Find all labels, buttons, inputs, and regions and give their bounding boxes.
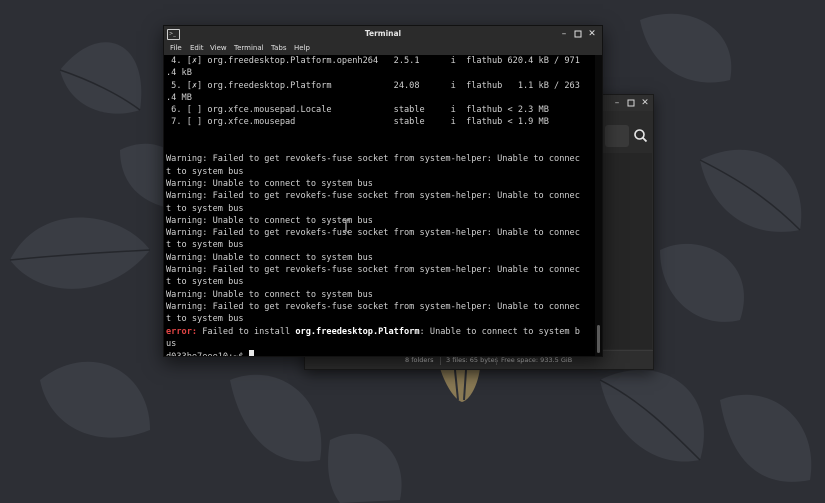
minimize-icon[interactable]: – [558, 28, 570, 40]
shell-prompt: d033be7eee10:~$ [166, 352, 249, 356]
line-text: .4 kB [166, 68, 192, 79]
ibeam-glyph [343, 219, 349, 233]
maximize-icon[interactable] [625, 97, 637, 109]
window-title: Terminal [364, 29, 402, 38]
terminal-line: 6. [ ] org.xfce.mousepad.Locale stable i… [166, 104, 594, 116]
minimize-icon[interactable]: – [611, 97, 623, 109]
line-text: 5. [✗] org.freedesktop.Platform 24.08 i … [166, 80, 580, 91]
terminal-line: Warning: Failed to get revokefs-fuse soc… [166, 227, 594, 239]
scrollbar-thumb[interactable] [597, 325, 600, 353]
line-text: : Unable to connect to system b [419, 326, 580, 337]
line-text: t to system bus [166, 203, 244, 214]
menu-view[interactable]: View [210, 42, 227, 55]
line-text: 4. [✗] org.freedesktop.Platform.openh264… [166, 56, 580, 66]
prompt-line[interactable]: d033be7eee10:~$ [166, 350, 594, 356]
menu-file[interactable]: File [170, 42, 182, 55]
terminal-line: t to system bus [166, 276, 594, 288]
terminal-menubar: File Edit View Terminal Tabs Help [164, 42, 602, 55]
terminal-line: .4 kB [166, 67, 594, 79]
file-manager-side-pane[interactable] [601, 153, 652, 349]
terminal-line: t to system bus [166, 239, 594, 251]
line-text: t to system bus [166, 166, 244, 177]
terminal-line: 7. [ ] org.xfce.mousepad stable i flathu… [166, 116, 594, 128]
menu-help[interactable]: Help [294, 42, 310, 55]
line-text: Warning: Failed to get revokefs-fuse soc… [166, 301, 580, 312]
menu-terminal[interactable]: Terminal [234, 42, 264, 55]
line-text: Failed to install [197, 326, 296, 337]
search-icon[interactable] [631, 125, 651, 147]
terminal-line: Warning: Unable to connect to system bus [166, 178, 594, 190]
terminal-line: t to system bus [166, 203, 594, 215]
menu-edit[interactable]: Edit [190, 42, 204, 55]
line-text: Warning: Failed to get revokefs-fuse soc… [166, 191, 580, 202]
package-name: org.freedesktop.Platform [295, 326, 420, 337]
search-glyph [634, 129, 648, 143]
error-label: error: [166, 326, 198, 337]
terminal-line: 5. [✗] org.freedesktop.Platform 24.08 i … [166, 80, 594, 92]
terminal-scrollbar[interactable] [595, 55, 602, 356]
line-text: t to system bus [166, 314, 244, 325]
maximize-glyph [627, 99, 635, 107]
line-text: t to system bus [166, 240, 244, 251]
maximize-glyph [574, 30, 582, 38]
terminal-line: Warning: Failed to get revokefs-fuse soc… [166, 301, 594, 313]
close-icon[interactable]: ✕ [586, 28, 598, 40]
line-text: us [166, 338, 177, 349]
terminal-cursor [248, 350, 254, 356]
line-text: Warning: Failed to get revokefs-fuse soc… [166, 154, 580, 165]
line-text: t to system bus [166, 277, 244, 288]
terminal-line: error: Failed to install org.freedesktop… [166, 326, 594, 338]
line-text: Warning: Unable to connect to system bus [166, 252, 373, 263]
terminal-titlebar[interactable]: >_ Terminal – ✕ [164, 26, 602, 42]
line-text: Warning: Unable to connect to system bus [166, 178, 373, 189]
terminal-line: Warning: Unable to connect to system bus [166, 215, 594, 227]
line-text: 7. [ ] org.xfce.mousepad stable i flathu… [166, 117, 549, 128]
maximize-icon[interactable] [572, 28, 584, 40]
file-manager-search-field[interactable] [605, 125, 629, 147]
line-text: Warning: Failed to get revokefs-fuse soc… [166, 265, 580, 276]
terminal-line: 4. [✗] org.freedesktop.Platform.openh264… [166, 55, 594, 67]
line-text: 6. [ ] org.xfce.mousepad.Locale stable i… [166, 105, 549, 116]
terminal-window[interactable]: >_ Terminal – ✕ File Edit View Terminal … [163, 25, 603, 357]
terminal-line: us [166, 338, 594, 350]
terminal-line: Warning: Unable to connect to system bus [166, 252, 594, 264]
line-text: Warning: Failed to get revokefs-fuse soc… [166, 228, 580, 239]
terminal-output[interactable]: 4. [✗] org.freedesktop.Platform.openh264… [166, 55, 594, 356]
line-text: Warning: Unable to connect to system bus [166, 289, 373, 300]
terminal-line: .4 MB [166, 92, 594, 104]
line-text: .4 MB [166, 92, 192, 103]
text-cursor-icon [342, 218, 350, 233]
close-icon[interactable]: ✕ [639, 97, 651, 109]
terminal-line: Warning: Failed to get revokefs-fuse soc… [166, 190, 594, 202]
terminal-line: Warning: Unable to connect to system bus [166, 289, 594, 301]
terminal-line: t to system bus [166, 166, 594, 178]
menu-tabs[interactable]: Tabs [271, 42, 287, 55]
terminal-line: Warning: Failed to get revokefs-fuse soc… [166, 264, 594, 276]
terminal-line: Warning: Failed to get revokefs-fuse soc… [166, 153, 594, 165]
terminal-line: t to system bus [166, 313, 594, 325]
